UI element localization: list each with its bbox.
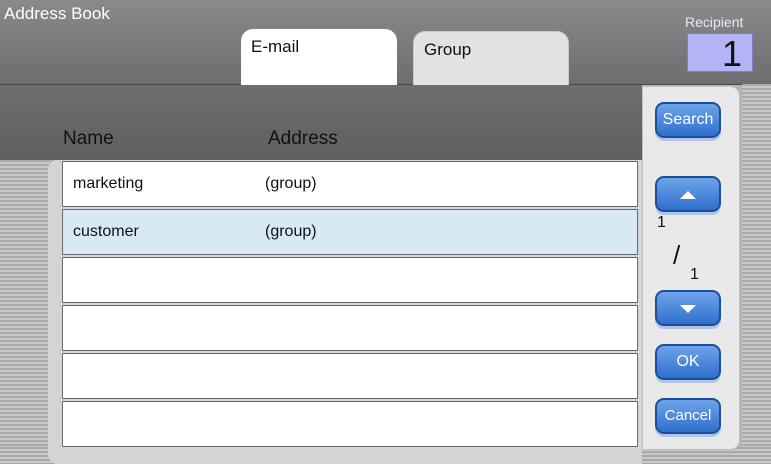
page-down-button[interactable]: [655, 290, 721, 326]
address-list: marketing (group) customer (group): [62, 161, 638, 449]
tab-email[interactable]: E-mail: [241, 29, 397, 85]
triangle-down-icon: [680, 305, 696, 313]
table-row[interactable]: [62, 353, 638, 399]
page-current: 1: [657, 214, 666, 231]
page-separator: /: [673, 240, 681, 270]
app-title: Address Book: [4, 4, 110, 23]
ok-button[interactable]: OK: [655, 344, 721, 380]
table-row[interactable]: customer (group): [62, 209, 638, 255]
right-stripe-decoration: [742, 84, 771, 464]
address-book-screen: Address Book E-mail Group Recipient 1 Na…: [0, 0, 771, 464]
header-bar: Address Book E-mail Group Recipient 1: [0, 0, 771, 87]
search-button[interactable]: Search: [655, 102, 721, 138]
page-up-button[interactable]: [655, 176, 721, 212]
table-row[interactable]: [62, 401, 638, 447]
table-row[interactable]: marketing (group): [62, 161, 638, 207]
triangle-up-icon: [680, 191, 696, 199]
page-total: 1: [690, 266, 699, 283]
recipient-count: 1: [687, 33, 753, 73]
row-name: customer: [73, 223, 139, 240]
column-header-name: Name: [63, 128, 114, 149]
row-address: (group): [265, 223, 317, 240]
column-header-address: Address: [268, 128, 338, 149]
row-name: marketing: [73, 175, 144, 192]
cancel-button[interactable]: Cancel: [655, 398, 721, 434]
recipient-label: Recipient: [685, 14, 744, 30]
left-stripe-decoration: [0, 160, 50, 464]
tab-group[interactable]: Group: [413, 31, 569, 87]
table-row[interactable]: [62, 257, 638, 303]
table-row[interactable]: [62, 305, 638, 351]
row-address: (group): [265, 175, 317, 192]
